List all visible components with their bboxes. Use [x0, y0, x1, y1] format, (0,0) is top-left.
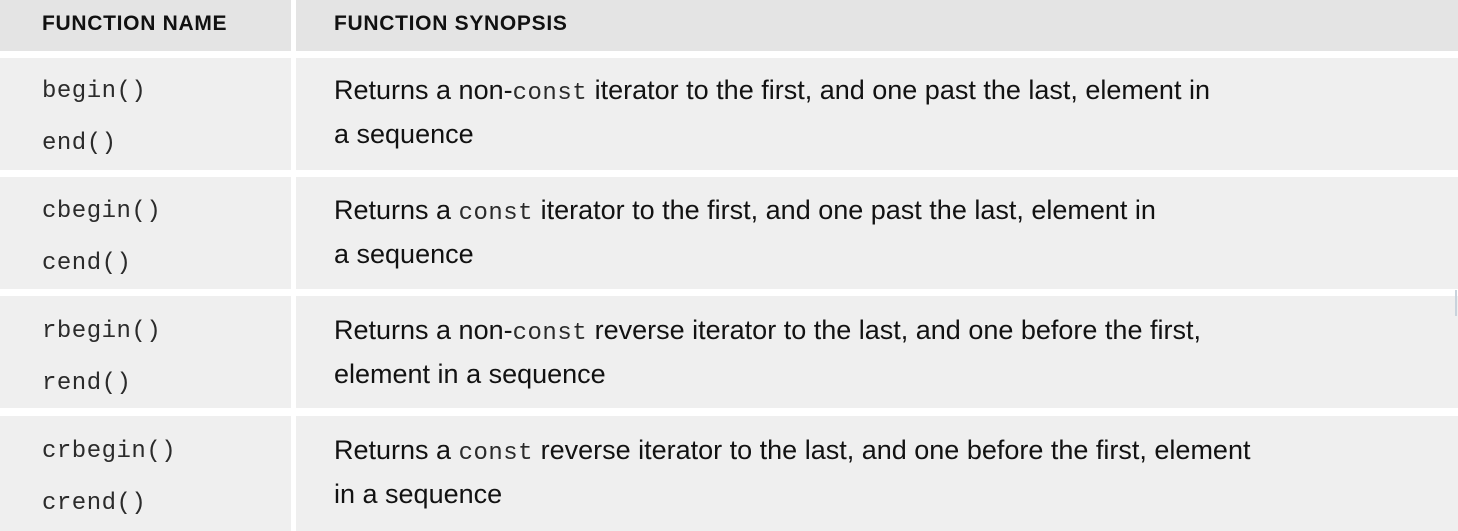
- synopsis-rbegin-line2: element in a sequence: [334, 359, 606, 389]
- table-row-begin-name-cell: begin() end(): [0, 58, 291, 170]
- table-row-crbegin-synopsis-cell: Returns a const reverse iterator to the …: [296, 416, 1458, 531]
- synopsis-rbegin-line1: Returns a non-const reverse iterator to …: [334, 315, 1201, 347]
- header-cell-function-name: FUNCTION NAME: [0, 0, 291, 51]
- const-keyword: const: [458, 440, 534, 467]
- function-name-cend: cend(): [42, 250, 132, 277]
- synopsis-crbegin: Returns a const reverse iterator to the …: [334, 430, 1444, 515]
- synopsis-begin: Returns a non-const iterator to the firs…: [334, 70, 1444, 155]
- function-name-crend: crend(): [42, 490, 147, 517]
- header-function-synopsis: FUNCTION SYNOPSIS: [334, 12, 568, 35]
- function-name-rbegin: rbegin(): [42, 318, 162, 345]
- function-name-begin: begin(): [42, 78, 147, 105]
- const-keyword: const: [512, 80, 588, 107]
- function-name-cbegin: cbegin(): [42, 198, 162, 225]
- synopsis-begin-line1: Returns a non-const iterator to the firs…: [334, 75, 1210, 107]
- const-keyword: const: [458, 200, 534, 227]
- table-row-rbegin-synopsis-cell: Returns a non-const reverse iterator to …: [296, 296, 1458, 408]
- synopsis-rbegin: Returns a non-const reverse iterator to …: [334, 310, 1444, 395]
- edge-marker: [1455, 290, 1457, 316]
- function-name-rend: rend(): [42, 370, 132, 397]
- table-row-cbegin-synopsis-cell: Returns a const iterator to the first, a…: [296, 177, 1458, 289]
- synopsis-cbegin-line2: a sequence: [334, 239, 474, 269]
- function-name-crbegin: crbegin(): [42, 438, 177, 465]
- header-function-name: FUNCTION NAME: [42, 12, 228, 35]
- const-keyword: const: [512, 320, 588, 347]
- function-table: FUNCTION NAME FUNCTION SYNOPSIS begin() …: [0, 0, 1458, 531]
- synopsis-begin-line2: a sequence: [334, 119, 474, 149]
- synopsis-crbegin-line1: Returns a const reverse iterator to the …: [334, 435, 1251, 467]
- function-name-end: end(): [42, 130, 117, 157]
- table-row-rbegin-name-cell: rbegin() rend(): [0, 296, 291, 408]
- table-row-begin-synopsis-cell: Returns a non-const iterator to the firs…: [296, 58, 1458, 170]
- header-cell-function-synopsis: FUNCTION SYNOPSIS: [296, 0, 1458, 51]
- synopsis-crbegin-line2: in a sequence: [334, 479, 503, 509]
- table-row-crbegin-name-cell: crbegin() crend(): [0, 416, 291, 531]
- table-row-cbegin-name-cell: cbegin() cend(): [0, 177, 291, 289]
- synopsis-cbegin: Returns a const iterator to the first, a…: [334, 190, 1444, 275]
- synopsis-cbegin-line1: Returns a const iterator to the first, a…: [334, 195, 1156, 227]
